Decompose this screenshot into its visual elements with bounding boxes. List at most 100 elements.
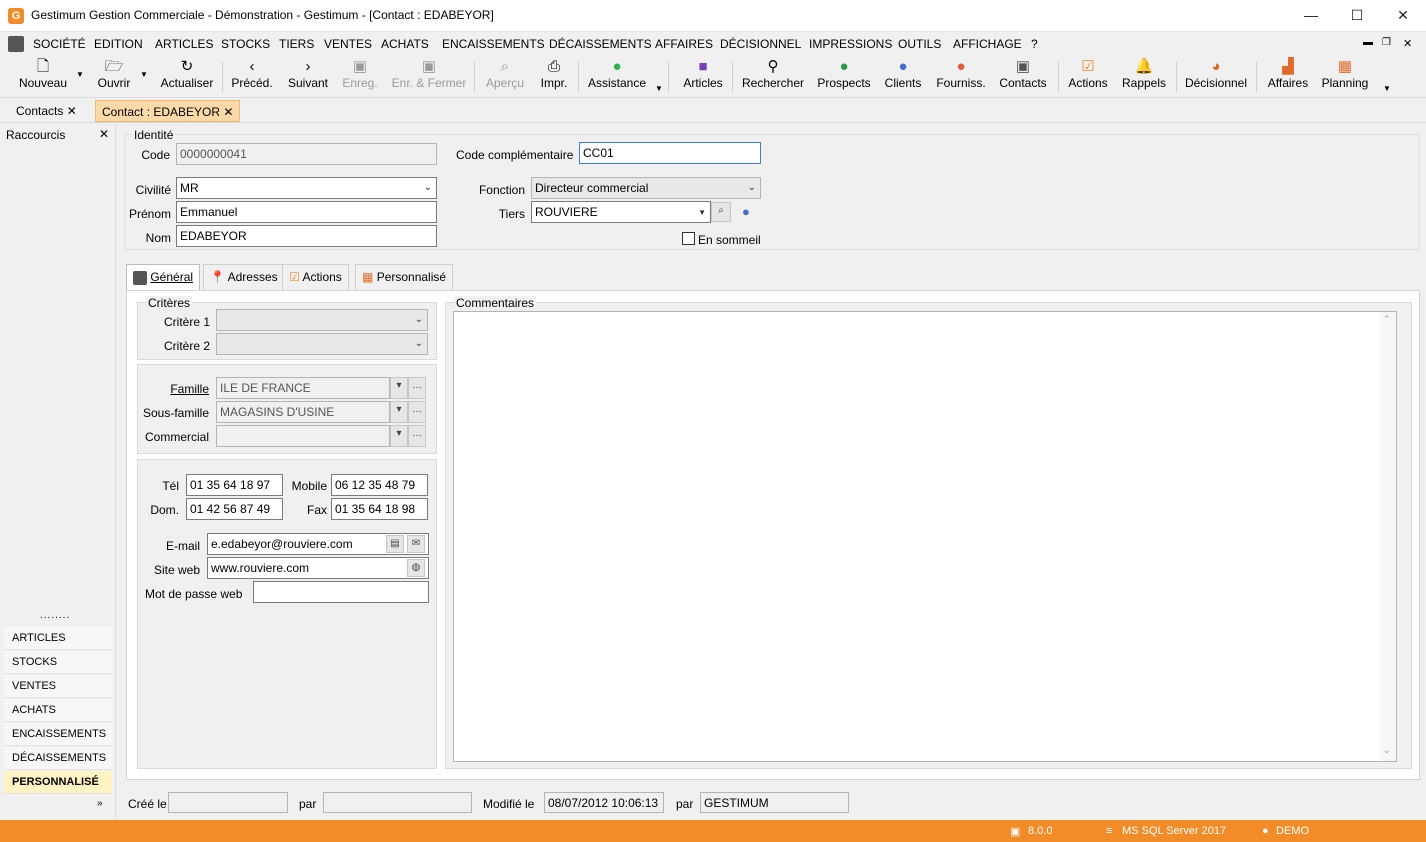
mdi-restore-icon[interactable]: ❐ <box>1382 37 1391 48</box>
sidebar-item-decaissements[interactable]: DÉCAISSEMENTS <box>4 747 112 770</box>
sousfamille-field[interactable]: MAGASINS D'USINE <box>216 401 390 423</box>
tab-general[interactable]: Général <box>126 264 201 291</box>
splitter-grip[interactable]: ........ <box>40 610 70 621</box>
fourniss-button[interactable]: ● Fourniss. <box>934 58 988 96</box>
sidebar-item-personnalise[interactable]: PERSONNALISÉ <box>4 771 112 794</box>
globe-icon[interactable]: ◍ <box>407 559 425 577</box>
preced-button[interactable]: ‹ Précéd. <box>230 58 274 96</box>
tel-field[interactable]: 01 35 64 18 97 <box>186 474 283 496</box>
sidebar-item-articles[interactable]: ARTICLES <box>4 627 112 650</box>
code-compl-field[interactable]: CC01 <box>579 142 761 164</box>
articles-button[interactable]: ■ Articles <box>680 58 726 96</box>
menu-outils[interactable]: OUTILS <box>898 37 941 51</box>
menu-articles[interactable]: ARTICLES <box>155 37 213 51</box>
menu-tiers[interactable]: TIERS <box>279 37 314 51</box>
impr-button[interactable]: ⎙ Impr. <box>536 58 572 96</box>
sidebar-item-encaissements[interactable]: ENCAISSEMENTS <box>4 723 112 746</box>
en-sommeil-checkbox[interactable] <box>682 232 695 245</box>
actions-button[interactable]: ☑ Actions <box>1064 58 1112 96</box>
expand-chevron-icon[interactable]: » <box>97 798 103 809</box>
clients-button[interactable]: ● Clients <box>882 58 924 96</box>
menu-affaires[interactable]: AFFAIRES <box>655 37 713 51</box>
menu-ventes[interactable]: VENTES <box>324 37 372 51</box>
doctab-contacts[interactable]: Contacts ✕ <box>10 100 83 122</box>
prenom-field[interactable]: Emmanuel <box>176 201 437 223</box>
toolbar-overflow-icon[interactable]: ▼ <box>655 84 663 93</box>
prospects-button[interactable]: ● Prospects <box>816 58 872 96</box>
tab-adresses[interactable]: 📍 Adresses <box>203 264 285 290</box>
sousfamille-ellipsis-icon[interactable]: … <box>408 401 426 423</box>
mdi-close-icon[interactable]: ✕ <box>1403 37 1412 50</box>
decisionnel-button[interactable]: ◕ Décisionnel <box>1184 58 1248 96</box>
suivant-button[interactable]: › Suivant <box>286 58 330 96</box>
affaires-button[interactable]: ▟ Affaires <box>1264 58 1312 96</box>
nouveau-dropdown-icon[interactable]: ▼ <box>76 70 84 79</box>
enreg-fermer-button[interactable]: ▣ Enr. & Fermer <box>390 58 468 96</box>
menu-achats[interactable]: ACHATS <box>381 37 429 51</box>
site-field[interactable]: www.rouviere.com ◍ <box>207 557 429 579</box>
menu-help[interactable]: ? <box>1031 37 1038 51</box>
famille-ellipsis-icon[interactable]: … <box>408 377 426 399</box>
nouveau-button[interactable]: 🗋 Nouveau <box>14 58 72 96</box>
menu-decaissements[interactable]: DÉCAISSEMENTS <box>549 37 652 51</box>
contact-card-icon[interactable]: ▤ <box>386 535 404 553</box>
doctab-contact-edabeyor[interactable]: Contact : EDABEYOR ✕ <box>95 100 241 122</box>
menu-encaissements[interactable]: ENCAISSEMENTS <box>442 37 545 51</box>
person-link-icon[interactable]: ● <box>742 204 750 219</box>
sousfamille-dropdown-icon[interactable]: ▾ <box>390 401 408 423</box>
mobile-field[interactable]: 06 12 35 48 79 <box>331 474 428 496</box>
sidebar-item-ventes[interactable]: VENTES <box>4 675 112 698</box>
planning-button[interactable]: ▦ Planning <box>1320 58 1370 96</box>
contacts-button[interactable]: ▣ Contacts <box>996 58 1050 96</box>
menu-societe[interactable]: SOCIÉTÉ <box>33 37 86 51</box>
assistance-button[interactable]: ● Assistance <box>586 58 648 96</box>
tab-personnalise[interactable]: ▦ Personnalisé <box>355 264 454 290</box>
mdp-field[interactable] <box>253 581 429 603</box>
rechercher-button[interactable]: ⚲ Rechercher <box>740 58 806 96</box>
commercial-dropdown-icon[interactable]: ▾ <box>390 425 408 447</box>
actualiser-button[interactable]: ↻ Actualiser <box>158 58 216 96</box>
fax-field[interactable]: 01 35 64 18 98 <box>331 498 428 520</box>
rappels-button[interactable]: 🔔 Rappels <box>1120 58 1168 96</box>
tiers-select[interactable]: ROUVIERE ▼ <box>531 201 711 223</box>
scroll-down-icon[interactable]: ⌄ <box>1383 745 1391 756</box>
famille-field[interactable]: ILE DE FRANCE <box>216 377 390 399</box>
envelope-icon[interactable]: ✉ <box>407 535 425 553</box>
sidebar-item-stocks[interactable]: STOCKS <box>4 651 112 674</box>
commentaires-scrollbar[interactable] <box>1380 312 1396 761</box>
minimize-button[interactable]: — <box>1288 0 1334 31</box>
sidebar-item-achats[interactable]: ACHATS <box>4 699 112 722</box>
close-icon[interactable]: ✕ <box>99 127 109 141</box>
menu-edition[interactable]: EDITION <box>94 37 143 51</box>
scroll-up-icon[interactable]: ⌃ <box>1383 314 1391 325</box>
tab-actions[interactable]: ☑ Actions <box>282 264 349 290</box>
fonction-select[interactable]: Directeur commercial ⌄ <box>531 177 761 199</box>
commercial-field[interactable] <box>216 425 390 447</box>
menu-impressions[interactable]: IMPRESSIONS <box>809 37 892 51</box>
ouvrir-button[interactable]: 🗁 Ouvrir <box>92 58 136 96</box>
famille-dropdown-icon[interactable]: ▾ <box>390 377 408 399</box>
critere1-select[interactable]: ⌄ <box>216 309 428 331</box>
critere2-select[interactable]: ⌄ <box>216 333 428 355</box>
commercial-ellipsis-icon[interactable]: … <box>408 425 426 447</box>
close-icon[interactable]: ✕ <box>67 104 77 118</box>
email-field[interactable]: e.edabeyor@rouviere.com ▤ ✉ <box>207 533 429 555</box>
menu-affichage[interactable]: AFFICHAGE <box>953 37 1022 51</box>
commentaires-textarea[interactable] <box>453 311 1397 762</box>
mdi-minimize-icon[interactable]: ▬ <box>1363 37 1373 48</box>
nom-field[interactable]: EDABEYOR <box>176 225 437 247</box>
close-button[interactable]: ✕ <box>1380 0 1426 31</box>
menu-stocks[interactable]: STOCKS <box>221 37 270 51</box>
maximize-button[interactable]: ☐ <box>1334 0 1380 31</box>
code-field[interactable]: 0000000041 <box>176 143 437 165</box>
close-icon[interactable]: ✕ <box>223 105 233 119</box>
enreg-button[interactable]: ▣ Enreg. <box>340 58 380 96</box>
toolbar-overflow-icon[interactable]: ▼ <box>1383 84 1391 93</box>
version-icon: ▣ <box>1010 826 1021 838</box>
search-icon[interactable]: ⌕ <box>711 202 731 222</box>
ouvrir-dropdown-icon[interactable]: ▼ <box>140 70 148 79</box>
dom-field[interactable]: 01 42 56 87 49 <box>186 498 283 520</box>
apercu-button[interactable]: ⌕ Aperçu <box>484 58 526 96</box>
civilite-select[interactable]: MR ⌄ <box>176 177 437 199</box>
menu-decisionnel[interactable]: DÉCISIONNEL <box>720 37 801 51</box>
